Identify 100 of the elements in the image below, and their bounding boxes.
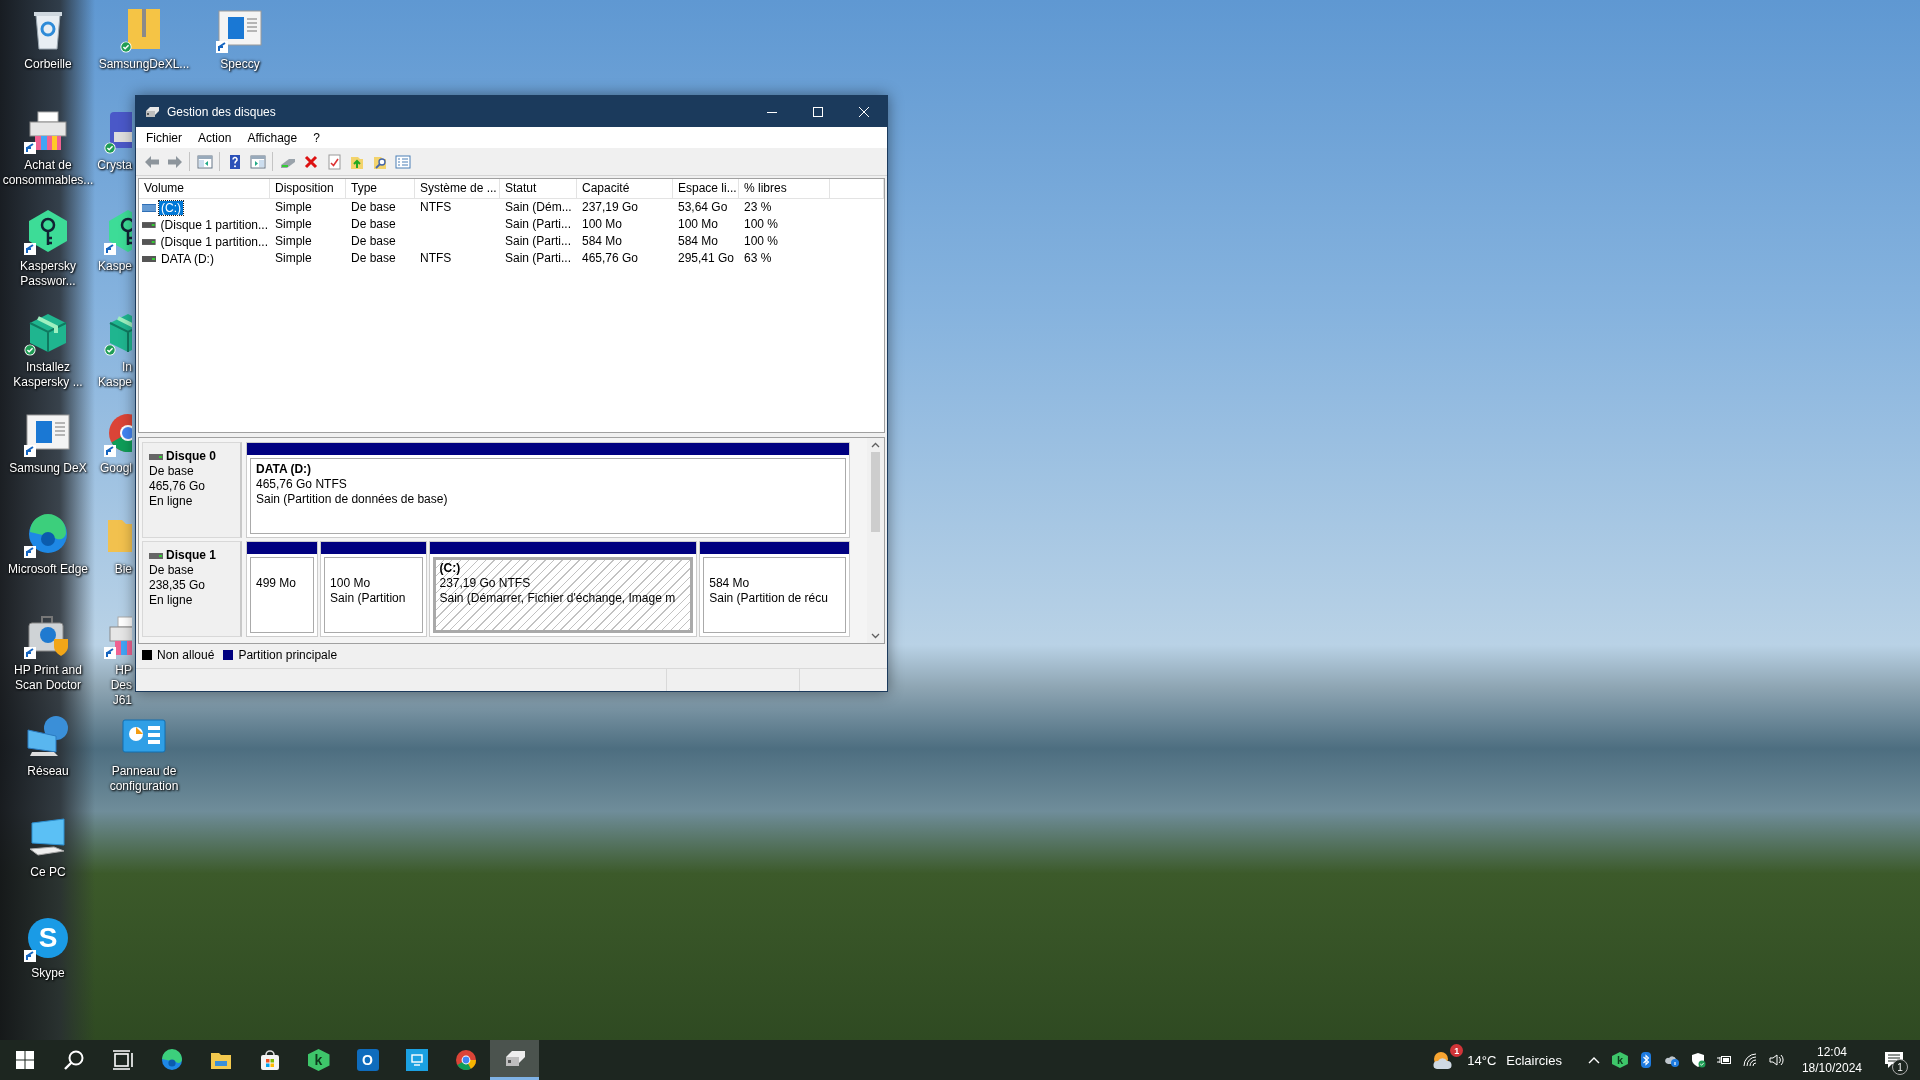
column-header[interactable]: Volume xyxy=(139,179,270,198)
table-cell-text: Simple xyxy=(274,233,313,250)
striped-volume-icon xyxy=(142,203,156,212)
table-cell-text: 465,76 Go xyxy=(581,250,640,267)
disk-info-panel[interactable]: Disque 0 De base 465,76 Go En ligne xyxy=(142,442,242,538)
notification-count: 1 xyxy=(1892,1059,1908,1075)
partition-detail: Sain (Partition xyxy=(330,591,407,606)
remote-app-icon xyxy=(404,1048,429,1072)
table-cell-text: Sain (Dém... xyxy=(504,199,573,216)
partition-detail: Sain (Démarrer, Fichier d'échange, Image m xyxy=(439,591,677,606)
drive-icon xyxy=(144,104,160,119)
drive-icon xyxy=(149,453,163,460)
swirl-logo-icon xyxy=(159,1048,184,1072)
column-header[interactable]: Capacité xyxy=(577,179,673,198)
drive-icon xyxy=(142,237,156,246)
table-cell-text: 584 Mo xyxy=(677,233,720,250)
column-header[interactable]: Statut xyxy=(500,179,577,198)
letter-logo-icon[interactable]: k xyxy=(1611,1052,1628,1068)
partition-detail: 499 Mo xyxy=(256,576,298,591)
table-cell-text: Simple xyxy=(274,250,313,267)
partition-block[interactable]: (C:) 237,19 Go NTFS Sain (Démarrer, Fichier d'échange, Image m xyxy=(429,541,698,637)
column-header[interactable]: Système de ... xyxy=(415,179,500,198)
taskbar-button[interactable] xyxy=(490,1040,539,1080)
drive-icon xyxy=(142,254,156,263)
column-header[interactable]: Espace li... xyxy=(673,179,739,198)
menu-item[interactable]: Action xyxy=(190,128,240,147)
icon-label: Speccy xyxy=(220,57,260,72)
icon-label: Samsung DeX xyxy=(9,461,87,476)
delete-icon[interactable] xyxy=(302,153,319,170)
partition-block[interactable]: 584 Mo Sain (Partition de récu xyxy=(699,541,850,637)
table-cell-text: 584 Mo xyxy=(581,233,624,250)
disk-type: De base xyxy=(149,563,195,578)
icon-label: Skype xyxy=(31,966,65,981)
checklist-icon[interactable] xyxy=(325,153,342,170)
partition-block[interactable]: 499 Mo xyxy=(246,541,319,637)
taskbar-button[interactable]: O xyxy=(343,1040,392,1080)
letter-logo-icon: O xyxy=(356,1049,379,1071)
partition-block[interactable]: 100 Mo Sain (Partition xyxy=(320,541,428,637)
scroll-up-icon[interactable] xyxy=(871,441,880,450)
list-item[interactable]: (C:) xyxy=(159,200,183,215)
icon-label: HP Print and Scan Doctor xyxy=(14,663,82,693)
icon-label: Installez Kaspersky ... xyxy=(13,360,83,390)
partition-label: DATA (D:) xyxy=(256,462,313,477)
icon-label: Kaspe xyxy=(97,259,132,274)
partition-detail: Sain (Partition de données de base) xyxy=(256,492,449,507)
shield-icon[interactable] xyxy=(1689,1052,1706,1068)
letter-logo-icon: k xyxy=(307,1049,330,1071)
close-icon xyxy=(859,106,869,117)
scrollbar-thumb[interactable] xyxy=(871,452,880,532)
disk-status: En ligne xyxy=(149,494,194,509)
menu-item[interactable]: Fichier xyxy=(138,128,190,147)
menu-item[interactable]: ? xyxy=(305,128,328,147)
list-item[interactable]: (Disque 1 partition... xyxy=(158,234,270,249)
disk-name: Disque 1 xyxy=(166,548,216,563)
column-header[interactable]: Type xyxy=(346,179,415,198)
vertical-scrollbar[interactable] xyxy=(867,438,884,643)
icon-label: SamsungDeXL... xyxy=(98,57,190,72)
partition-detail: 237,19 Go NTFS xyxy=(439,576,532,591)
table-cell-text: De base xyxy=(350,199,397,216)
table-cell-text: 100 Mo xyxy=(677,216,720,233)
table-cell-text: 100 % xyxy=(743,216,780,233)
list-item[interactable]: (Disque 1 partition... xyxy=(158,217,270,232)
table-cell-text: De base xyxy=(350,216,397,233)
legend-label: Non alloué xyxy=(157,648,215,662)
legend-label: Partition principale xyxy=(238,648,338,662)
clock[interactable]: 12:04 18/10/2024 xyxy=(1801,1044,1862,1076)
forward-arrow-icon[interactable] xyxy=(166,153,183,170)
table-cell-text: De base xyxy=(350,250,397,267)
window-title: Gestion des disques xyxy=(167,104,277,119)
partition-label: (C:) xyxy=(439,561,462,576)
table-cell-text: 295,41 Go xyxy=(677,250,736,267)
partition-detail: 584 Mo xyxy=(709,576,751,591)
table-cell-text: Sain (Parti... xyxy=(504,216,573,233)
icon-label: Googl xyxy=(99,461,132,476)
maximize-icon xyxy=(813,106,823,117)
wifi-signal-icon[interactable] xyxy=(1741,1052,1758,1068)
table-cell-text: 100 % xyxy=(743,233,780,250)
table-cell-text: Sain (Parti... xyxy=(504,250,573,267)
clock-date: 18/10/2024 xyxy=(1801,1060,1862,1076)
table-cell-text: NTFS xyxy=(419,250,453,267)
table-cell-text: De base xyxy=(350,233,397,250)
weather-condition: Eclaircies xyxy=(1506,1052,1562,1068)
disk-info-panel[interactable]: Disque 1 De base 238,35 Go En ligne xyxy=(142,541,242,637)
taskbar-button[interactable]: k xyxy=(294,1040,343,1080)
partition-detail: Sain (Partition de récu xyxy=(709,591,829,606)
icon-label: Kaspersky Passwor... xyxy=(20,259,76,289)
icon-label: Corbeille xyxy=(24,57,72,72)
table-cell-text: Simple xyxy=(274,216,313,233)
column-header[interactable]: % libres xyxy=(739,179,830,198)
scroll-down-icon[interactable] xyxy=(871,631,880,640)
column-header[interactable]: Disposition xyxy=(270,179,346,198)
task-view-icon xyxy=(110,1048,135,1072)
list-item[interactable]: DATA (D:) xyxy=(159,251,216,266)
table-cell-text: 63 % xyxy=(743,250,773,267)
icon-label: Crysta xyxy=(97,158,132,173)
speaker-icon[interactable] xyxy=(1767,1052,1784,1068)
menu-item[interactable]: Affichage xyxy=(239,128,306,147)
temperature-text: 14°C xyxy=(1467,1052,1497,1068)
icon-label: Ce PC xyxy=(30,865,66,880)
partition-block[interactable]: DATA (D:) 465,76 Go NTFS Sain (Partition de données de base) xyxy=(246,442,850,538)
